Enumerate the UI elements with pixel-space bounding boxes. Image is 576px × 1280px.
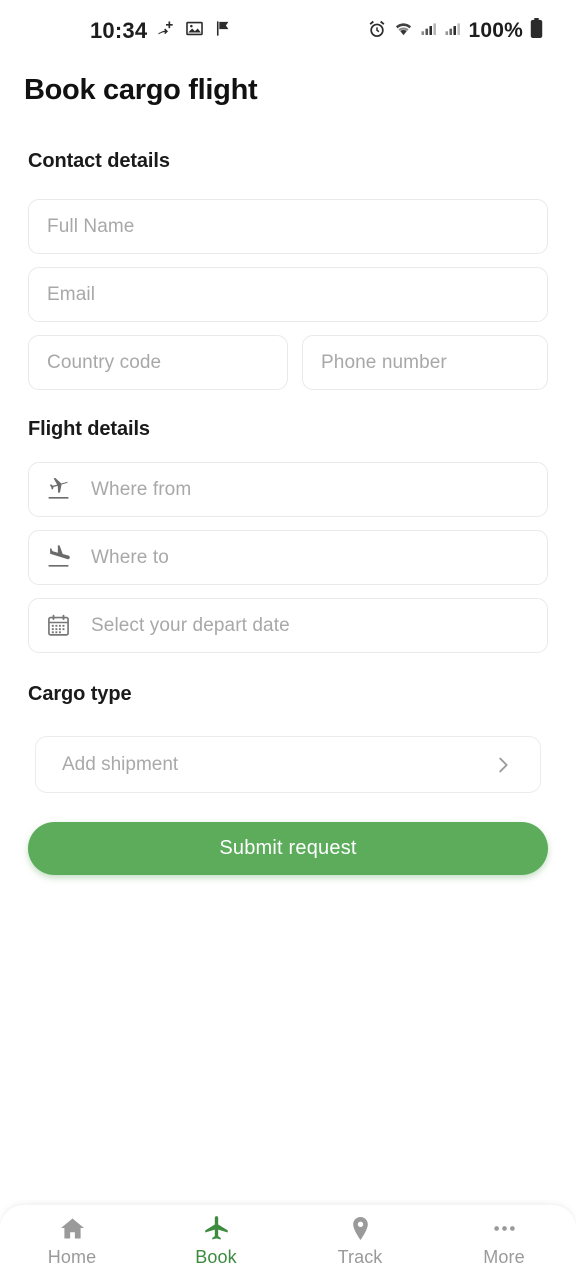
full-name-field[interactable]: Full Name bbox=[28, 199, 548, 254]
chevron-right-icon bbox=[492, 754, 514, 776]
status-bar-right: 100% bbox=[367, 18, 544, 44]
bottom-nav-bar: Home Book Track More bbox=[0, 1205, 576, 1280]
battery-percent-label: 100% bbox=[468, 19, 523, 42]
form-content: Contact details Full Name Email Country … bbox=[0, 150, 576, 875]
battery-icon bbox=[529, 18, 544, 44]
add-shipment-button[interactable]: Add shipment bbox=[35, 736, 541, 793]
where-from-field[interactable]: Where from bbox=[28, 462, 548, 517]
nav-label-book: Book bbox=[195, 1247, 237, 1267]
add-shipment-label: Add shipment bbox=[62, 753, 179, 775]
status-bar-left: 10:34 bbox=[90, 18, 232, 44]
email-placeholder: Email bbox=[47, 283, 96, 305]
phone-number-placeholder: Phone number bbox=[321, 351, 447, 373]
phone-number-field[interactable]: Phone number bbox=[302, 335, 548, 390]
nav-label-track: Track bbox=[337, 1247, 383, 1267]
home-icon bbox=[59, 1214, 86, 1242]
app-screen: 10:34 100% Book cargo flight Contact det… bbox=[0, 0, 576, 1280]
image-notification-icon bbox=[185, 19, 204, 43]
nav-item-track[interactable]: Track bbox=[288, 1214, 432, 1268]
submit-request-button[interactable]: Submit request bbox=[28, 822, 548, 875]
wifi-icon bbox=[393, 18, 414, 44]
submit-row: Submit request bbox=[0, 822, 576, 875]
where-to-placeholder: Where to bbox=[91, 546, 169, 568]
status-bar: 10:34 100% bbox=[0, 0, 576, 62]
flag-notification-icon bbox=[213, 19, 232, 43]
section-title-flight: Flight details bbox=[28, 418, 150, 440]
status-bar-clock: 10:34 bbox=[90, 18, 148, 43]
section-title-contact: Contact details bbox=[28, 150, 170, 172]
country-code-placeholder: Country code bbox=[47, 351, 162, 373]
contact-fields-group: Full Name Email Country code Phone numbe… bbox=[28, 199, 548, 390]
nav-item-book[interactable]: Book bbox=[144, 1214, 288, 1268]
bottom-navigation: Home Book Track More bbox=[0, 1203, 576, 1280]
calendar-icon bbox=[45, 613, 71, 639]
airplane-icon bbox=[203, 1214, 230, 1242]
alarm-icon bbox=[367, 19, 387, 44]
signal-bars-icon bbox=[420, 20, 438, 43]
flight-fields-group: Where from Where to Select your depart d… bbox=[28, 462, 548, 653]
cargo-group: Add shipment bbox=[0, 736, 576, 793]
phone-row: Country code Phone number bbox=[28, 335, 548, 390]
nav-label-more: More bbox=[483, 1247, 525, 1267]
flight-takeoff-icon bbox=[45, 477, 71, 503]
depart-date-placeholder: Select your depart date bbox=[91, 614, 290, 636]
full-name-placeholder: Full Name bbox=[47, 215, 135, 237]
flight-land-icon bbox=[45, 545, 71, 571]
nav-label-home: Home bbox=[47, 1247, 97, 1267]
ellipsis-icon bbox=[491, 1214, 518, 1242]
where-to-field[interactable]: Where to bbox=[28, 530, 548, 585]
section-title-cargo: Cargo type bbox=[28, 683, 132, 705]
page-title: Book cargo flight bbox=[24, 74, 258, 106]
location-pin-icon bbox=[347, 1214, 374, 1242]
depart-date-field[interactable]: Select your depart date bbox=[28, 598, 548, 653]
country-code-field[interactable]: Country code bbox=[28, 335, 288, 390]
nav-item-home[interactable]: Home bbox=[0, 1214, 144, 1268]
nav-item-more[interactable]: More bbox=[432, 1214, 576, 1268]
sync-notification-icon bbox=[156, 19, 176, 44]
signal-bars-2-icon bbox=[444, 20, 462, 43]
where-from-placeholder: Where from bbox=[91, 478, 192, 500]
email-field[interactable]: Email bbox=[28, 267, 548, 322]
